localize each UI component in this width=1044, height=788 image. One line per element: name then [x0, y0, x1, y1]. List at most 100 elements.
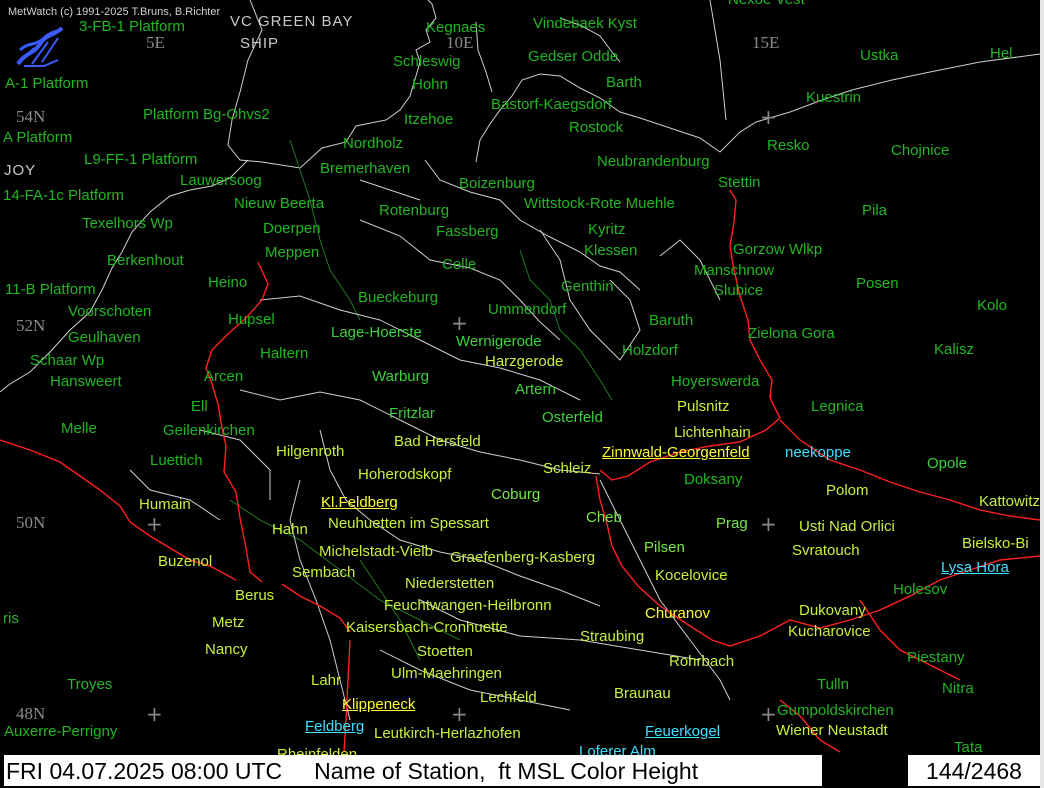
station-label[interactable]: Nancy — [205, 641, 248, 658]
station-label[interactable]: Lahr — [311, 672, 341, 689]
station-label[interactable]: Hansweert — [50, 373, 122, 390]
station-label[interactable]: Resko — [767, 137, 810, 154]
station-label[interactable]: Polom — [826, 482, 869, 499]
station-label[interactable]: Kucharovice — [788, 623, 871, 640]
station-label[interactable]: Ustka — [860, 47, 898, 64]
station-label[interactable]: 11-B Platform — [5, 281, 96, 298]
station-label[interactable]: 14-FA-1c Platform — [3, 187, 124, 204]
station-label[interactable]: Piestany — [907, 649, 965, 666]
station-label[interactable]: Pila — [862, 202, 887, 219]
station-label[interactable]: Klippeneck — [342, 696, 415, 713]
station-label[interactable]: Tata — [954, 739, 982, 756]
station-label[interactable]: Hoyerswerda — [671, 373, 759, 390]
metwatch-logo-icon[interactable] — [14, 24, 66, 70]
station-label[interactable]: Dukovany — [799, 602, 866, 619]
station-label[interactable]: Berkenhout — [107, 252, 184, 269]
station-label[interactable]: Harzgerode — [485, 353, 563, 370]
station-label[interactable]: Chojnice — [891, 142, 949, 159]
station-label[interactable]: Michelstadt-Vielb — [319, 543, 433, 560]
station-label[interactable]: Hohn — [412, 76, 448, 93]
station-label[interactable]: Hoherodskopf — [358, 466, 451, 483]
station-label[interactable]: Meppen — [265, 244, 319, 261]
station-label[interactable]: Hupsel — [228, 311, 275, 328]
station-label[interactable]: Pilsen — [644, 539, 685, 556]
station-label[interactable]: Neuhuetten im Spessart — [328, 515, 489, 532]
station-label[interactable]: Zinnwald-Georgenfeld — [602, 444, 750, 461]
station-label[interactable]: Ulm-Maehringen — [391, 665, 502, 682]
station-label[interactable]: Bueckeburg — [358, 289, 438, 306]
station-label[interactable]: Kl.Feldberg — [321, 494, 398, 511]
station-label[interactable]: Hahn — [272, 521, 308, 538]
station-label[interactable]: Bastorf-Kaegsdorf — [491, 96, 612, 113]
station-label[interactable]: Kalisz — [934, 341, 974, 358]
station-label[interactable]: Troyes — [67, 676, 112, 693]
station-label[interactable]: Rostock — [569, 119, 623, 136]
station-label[interactable]: Zielona Gora — [748, 325, 835, 342]
station-label[interactable]: Geulhaven — [68, 329, 141, 346]
station-label[interactable]: A-1 Platform — [5, 75, 88, 92]
station-label[interactable]: Schaar Wp — [30, 352, 104, 369]
station-label[interactable]: Buzenol — [158, 553, 212, 570]
station-label[interactable]: Luettich — [150, 452, 203, 469]
station-label[interactable]: Prag — [716, 515, 748, 532]
station-label[interactable]: A Platform — [3, 129, 72, 146]
station-label[interactable]: Neubrandenburg — [597, 153, 710, 170]
station-label[interactable]: Bremerhaven — [320, 160, 410, 177]
station-label[interactable]: Schleswig — [393, 53, 461, 70]
station-label[interactable]: Melle — [61, 420, 97, 437]
station-label[interactable]: Itzehoe — [404, 111, 453, 128]
station-label[interactable]: Gorzow Wlkp — [733, 241, 822, 258]
station-label[interactable]: Barth — [606, 74, 642, 91]
station-label[interactable]: Platform Bg-Ohvs2 — [143, 106, 270, 123]
station-label[interactable]: Tulln — [817, 676, 849, 693]
station-label[interactable]: Feuchtwangen-Heilbronn — [384, 597, 552, 614]
station-label[interactable]: Stettin — [718, 174, 761, 191]
station-label[interactable]: Heino — [208, 274, 247, 291]
station-label[interactable]: Warburg — [372, 368, 429, 385]
station-label[interactable]: Doksany — [684, 471, 742, 488]
station-label[interactable]: Opole — [927, 455, 967, 472]
station-label[interactable]: Kocelovice — [655, 567, 728, 584]
station-label[interactable]: Graefenberg-Kasberg — [450, 549, 595, 566]
station-label[interactable]: Niederstetten — [405, 575, 494, 592]
station-label[interactable]: Lauwersoog — [180, 172, 262, 189]
station-label[interactable]: Feuerkogel — [645, 723, 720, 740]
station-label[interactable]: L9-FF-1 Platform — [84, 151, 197, 168]
station-label[interactable]: Wernigerode — [456, 333, 542, 350]
station-label[interactable]: Bielsko-Bi — [962, 535, 1029, 552]
station-label[interactable]: Vindebaek Kyst — [533, 15, 637, 32]
station-label[interactable]: Lysa Hora — [941, 559, 1009, 576]
station-label[interactable]: Slubice — [714, 282, 763, 299]
station-label[interactable]: Texelhors Wp — [82, 215, 173, 232]
station-label[interactable]: Genthin — [561, 278, 614, 295]
station-label[interactable]: Kaisersbach-Cronhuette — [346, 619, 508, 636]
station-label[interactable]: Posen — [856, 275, 899, 292]
station-label[interactable]: Schleiz — [543, 460, 591, 477]
station-label[interactable]: Fritzlar — [389, 405, 435, 422]
station-label[interactable]: Coburg — [491, 486, 540, 503]
station-label[interactable]: Lechfeld — [480, 689, 537, 706]
station-label[interactable]: Kyritz — [588, 221, 626, 238]
station-label[interactable]: Ell — [191, 398, 208, 415]
station-label[interactable]: Geilenkirchen — [163, 422, 255, 439]
station-label[interactable]: Gedser Odde — [528, 48, 618, 65]
station-label[interactable]: Legnica — [811, 398, 864, 415]
station-label[interactable]: 3-FB-1 Platform — [79, 18, 185, 35]
station-label[interactable]: Kolo — [977, 297, 1007, 314]
station-label[interactable]: Arcen — [204, 368, 243, 385]
station-label[interactable]: Lichtenhain — [674, 424, 751, 441]
station-label[interactable]: Celle — [442, 256, 476, 273]
station-label[interactable]: Holzdorf — [622, 342, 678, 359]
station-label[interactable]: Cheb — [586, 509, 622, 526]
weather-map[interactable]: MetWatch (c) 1991-2025 T.Bruns, B.Richte… — [0, 0, 1044, 788]
station-label[interactable]: Voorschoten — [68, 303, 151, 320]
station-label[interactable]: Berus — [235, 587, 274, 604]
station-label[interactable]: Wittstock-Rote Muehle — [524, 195, 675, 212]
station-label[interactable]: Usti Nad Orlici — [799, 518, 895, 535]
station-label[interactable]: Feldberg — [305, 718, 364, 735]
station-label[interactable]: Sembach — [292, 564, 355, 581]
station-label[interactable]: Metz — [212, 614, 245, 631]
station-label[interactable]: Baruth — [649, 312, 693, 329]
station-label[interactable]: Fassberg — [436, 223, 499, 240]
station-label[interactable]: Auxerre-Perrigny — [4, 723, 117, 740]
